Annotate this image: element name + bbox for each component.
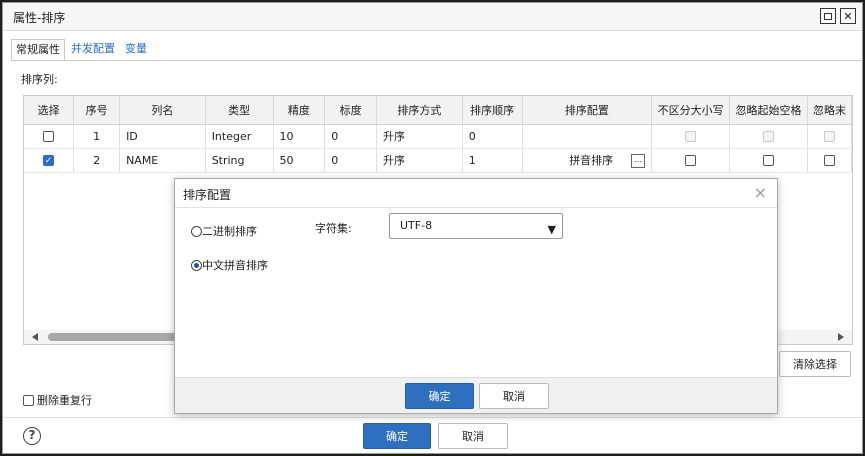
case-insensitive-checkbox (685, 131, 697, 142)
header-ignore-trailing[interactable]: 忽略末 (807, 96, 852, 125)
tab-general[interactable]: 常规属性 (11, 39, 65, 61)
binary-sort-radio[interactable] (191, 225, 202, 237)
chevron-down-icon: ▼ (547, 223, 556, 236)
table-header-row: 选择 序号 列名 类型 精度 标度 排序方式 排序顺序 排序配置 不区分大小写 … (24, 96, 852, 125)
ignore-leading-cell[interactable] (729, 148, 808, 173)
sort-order-cell[interactable]: 1 (462, 148, 523, 173)
dialog-cancel-button[interactable]: 取消 (479, 383, 549, 409)
type-cell: Integer (205, 124, 274, 149)
select-checkbox[interactable] (43, 131, 55, 142)
tab-concurrency[interactable]: 并发配置 (67, 39, 119, 61)
header-type[interactable]: 类型 (205, 96, 274, 125)
remove-duplicates-option[interactable]: 删除重复行 (23, 392, 92, 408)
dialog-close-icon[interactable]: × (754, 183, 767, 202)
pinyin-sort-radio[interactable] (191, 259, 202, 271)
title-bar: 属性-排序 ✕ (3, 3, 862, 31)
scroll-right-icon[interactable] (838, 333, 844, 341)
ignore-trailing-cell[interactable] (807, 148, 852, 173)
index-cell: 2 (73, 148, 121, 173)
binary-sort-option[interactable]: 二进制排序 (191, 223, 257, 239)
table-row[interactable]: 1 ID Integer 10 0 升序 0 (24, 124, 852, 149)
sort-order-cell[interactable]: 0 (462, 124, 523, 149)
column-name-cell: NAME (119, 148, 206, 173)
header-index[interactable]: 序号 (73, 96, 121, 125)
sort-config-value: 拼音排序 (569, 154, 614, 167)
header-sort-config[interactable]: 排序配置 (522, 96, 653, 125)
ignore-trailing-checkbox[interactable] (824, 155, 835, 166)
select-cell[interactable] (24, 124, 75, 149)
dialog-footer: 确定 取消 (175, 377, 777, 413)
close-icon: ✕ (843, 9, 853, 23)
remove-duplicates-label: 删除重复行 (37, 394, 92, 407)
select-checkbox[interactable]: ✓ (43, 155, 55, 166)
case-insensitive-cell (651, 124, 731, 149)
scale-cell: 0 (324, 124, 378, 149)
maximize-icon (824, 12, 832, 20)
dialog-ok-button[interactable]: 确定 (405, 383, 474, 409)
sort-method-cell[interactable]: 升序 (376, 124, 463, 149)
case-insensitive-checkbox[interactable] (685, 155, 697, 166)
charset-value: UTF-8 (400, 219, 433, 232)
window-title: 属性-排序 (13, 11, 66, 25)
maximize-button[interactable] (820, 8, 836, 24)
footer-divider (3, 417, 862, 418)
header-ignore-leading-space[interactable]: 忽略起始空格 (729, 96, 808, 125)
header-case-insensitive[interactable]: 不区分大小写 (651, 96, 731, 125)
sort-config-dialog: 排序配置 × 二进制排序 中文拼音排序 字符集: UTF-8 ▼ 确定 取消 (174, 178, 778, 414)
tab-variables[interactable]: 变量 (121, 39, 151, 61)
ok-button[interactable]: 确定 (363, 423, 431, 449)
pinyin-sort-option[interactable]: 中文拼音排序 (191, 257, 268, 273)
close-button[interactable]: ✕ (840, 8, 856, 24)
sort-config-cell: 拼音排序... (522, 148, 653, 173)
header-column-name[interactable]: 列名 (119, 96, 206, 125)
ignore-leading-checkbox (763, 131, 775, 142)
table-row[interactable]: ✓ 2 NAME String 50 0 升序 1 拼音排序... (24, 148, 852, 173)
help-icon[interactable]: ? (23, 427, 41, 445)
remove-duplicates-checkbox[interactable] (23, 394, 34, 406)
select-cell[interactable]: ✓ (24, 148, 75, 173)
ignore-leading-checkbox[interactable] (763, 155, 775, 166)
ignore-trailing-cell (807, 124, 852, 149)
ignore-leading-cell (729, 124, 808, 149)
header-scale[interactable]: 标度 (324, 96, 378, 125)
scroll-left-icon[interactable] (32, 333, 38, 341)
scale-cell: 0 (324, 148, 378, 173)
sort-config-button[interactable]: ... (631, 154, 646, 168)
precision-cell: 50 (273, 148, 326, 173)
column-name-cell: ID (119, 124, 206, 149)
header-select[interactable]: 选择 (24, 96, 75, 125)
ignore-trailing-checkbox (824, 131, 835, 142)
sort-columns-label: 排序列: (21, 73, 58, 86)
header-sort-order[interactable]: 排序顺序 (462, 96, 523, 125)
charset-label: 字符集: (315, 222, 352, 235)
sort-config-cell (522, 124, 653, 149)
binary-sort-label: 二进制排序 (202, 225, 257, 238)
pinyin-sort-label: 中文拼音排序 (202, 259, 268, 272)
clear-selection-button[interactable]: 清除选择 (779, 351, 851, 377)
header-precision[interactable]: 精度 (273, 96, 326, 125)
charset-select[interactable]: UTF-8 ▼ (389, 213, 563, 239)
columns-grid: 选择 序号 列名 类型 精度 标度 排序方式 排序顺序 排序配置 不区分大小写 … (24, 96, 852, 173)
case-insensitive-cell[interactable] (651, 148, 731, 173)
sort-method-cell[interactable]: 升序 (376, 148, 463, 173)
dialog-title-divider (175, 207, 777, 208)
header-sort-method[interactable]: 排序方式 (376, 96, 463, 125)
index-cell: 1 (73, 124, 121, 149)
cancel-button[interactable]: 取消 (438, 423, 508, 449)
type-cell: String (205, 148, 274, 173)
tab-divider (11, 60, 862, 61)
sort-config-dialog-title: 排序配置 (183, 188, 232, 202)
precision-cell: 10 (273, 124, 326, 149)
